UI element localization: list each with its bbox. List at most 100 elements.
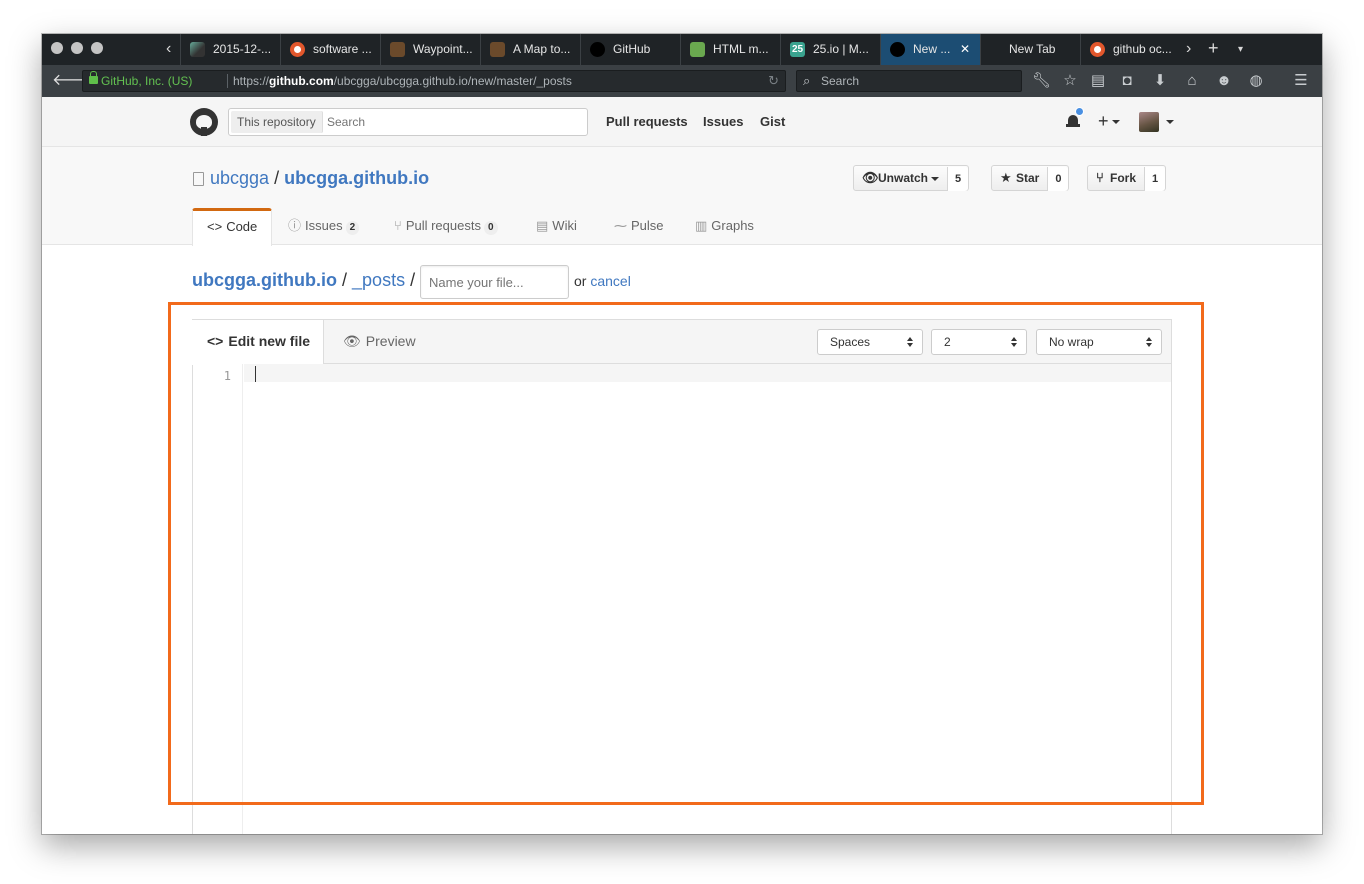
25io-favicon-icon: 25 [790, 42, 805, 57]
browser-tab[interactable]: A Map to... [480, 34, 580, 65]
watchers-count[interactable]: 5 [947, 167, 969, 191]
image-favicon-icon [190, 42, 205, 57]
repo-header: ubcgga / ubcgga.github.io 👁︎ Unwatch 5 ★ St… [42, 147, 1322, 246]
browser-tab[interactable]: 25 25.io | M... [780, 34, 880, 65]
browser-tab[interactable]: 2015-12-... [180, 34, 280, 65]
repo-name-link[interactable]: ubcgga.github.io [284, 168, 429, 188]
code-icon: <> [207, 333, 224, 349]
unwatch-button[interactable]: 👁︎ Unwatch 5 [853, 165, 970, 191]
pulse-icon: ⁓ [614, 218, 627, 233]
tabs-scroll-left-icon[interactable]: ‹ [166, 39, 171, 59]
stars-count[interactable]: 0 [1047, 167, 1069, 191]
graph-icon: ▥ [695, 218, 708, 233]
close-window-button[interactable] [51, 42, 63, 54]
chevron-down-icon [1111, 120, 1120, 125]
url-text[interactable]: https://github.com/ubcgga/ubcgga.github.… [233, 71, 572, 91]
tab-code[interactable]: <> Code [192, 208, 273, 246]
tab-issues[interactable]: ⓘ Issues 2 [288, 208, 360, 245]
nav-gist[interactable]: Gist [760, 97, 785, 147]
new-tab-button[interactable]: + [1208, 38, 1219, 59]
indent-mode-select[interactable]: Spaces [817, 329, 923, 355]
reload-icon[interactable]: ↻ [768, 71, 779, 91]
browser-tab[interactable]: github oc... [1080, 34, 1180, 65]
unread-indicator [1075, 107, 1084, 116]
create-new-menu[interactable]: + [1098, 110, 1120, 132]
repo-owner-link[interactable]: ubcgga [210, 168, 269, 188]
breadcrumb-dir-link[interactable]: _posts [352, 270, 405, 290]
url-bar[interactable]: GitHub, Inc. (US) https://github.com/ubc… [82, 70, 786, 92]
pull-requests-counter: 0 [483, 221, 498, 235]
editor-toolbar: <> Edit new file 👁︎ Preview Spaces 2 No wr… [192, 320, 1171, 365]
chevron-down-icon[interactable] [1166, 120, 1174, 124]
tab-graphs[interactable]: ▥ Graphs [695, 208, 754, 245]
pocket-icon[interactable]: ◘ [1118, 72, 1136, 90]
close-tab-icon[interactable]: ✕ [960, 34, 970, 65]
hamburger-menu-icon[interactable]: ☰ [1292, 72, 1310, 90]
zoom-window-button[interactable] [91, 42, 103, 54]
search-scope-badge: This repository [231, 111, 323, 133]
tab-pull-requests[interactable]: ⑂ Pull requests 0 [394, 208, 498, 245]
star-icon: ★ [1000, 170, 1012, 185]
indent-size-select[interactable]: 2 [931, 329, 1027, 355]
pull-request-icon: ⑂ [394, 218, 402, 233]
github-header: This repository Pull requests Issues Gis… [42, 97, 1322, 147]
eye-icon: 👁︎ [862, 170, 879, 185]
line-number-gutter: 1 [193, 364, 243, 834]
warning-favicon-icon [390, 42, 405, 57]
fork-button[interactable]: ⑂ Fork 1 [1087, 165, 1167, 191]
browser-tab[interactable]: New Tab [980, 34, 1080, 65]
issues-counter: 2 [345, 221, 360, 235]
select-arrows-icon [1146, 337, 1153, 347]
code-icon: <> [207, 219, 223, 234]
browser-tab-active[interactable]: New ... ✕ [880, 34, 980, 65]
code-editor-area[interactable] [244, 364, 1171, 382]
repo-icon [193, 172, 204, 186]
browser-tab[interactable]: GitHub [580, 34, 680, 65]
navigation-toolbar: 🡐 GitHub, Inc. (US) https://github.com/u… [42, 65, 1322, 97]
search-icon: ⌕ [803, 73, 811, 88]
search-placeholder: Search [821, 74, 860, 88]
filename-input[interactable] [420, 265, 569, 299]
back-arrow-icon[interactable]: 🡐 [52, 71, 95, 91]
repo-search: This repository [228, 108, 588, 136]
github-logo-icon[interactable] [190, 108, 218, 136]
wiki-icon: ▤ [536, 218, 549, 233]
chat-icon[interactable]: ☻ [1215, 72, 1233, 90]
nav-pull-requests[interactable]: Pull requests [606, 97, 688, 147]
browser-tab[interactable]: software ... [280, 34, 380, 65]
github-icon [890, 42, 905, 57]
download-icon[interactable]: ⬇ [1151, 72, 1169, 90]
breadcrumb-root-link[interactable]: ubcgga.github.io [192, 270, 337, 290]
tab-wiki[interactable]: ▤ Wiki [536, 208, 577, 245]
globe-icon[interactable]: ◍ [1247, 72, 1265, 90]
browser-tab[interactable]: Waypoint... [380, 34, 480, 65]
wrench-icon[interactable]: 🔧︎ [1032, 72, 1051, 90]
cancel-link[interactable]: cancel [590, 273, 630, 289]
fork-icon: ⑂ [1096, 170, 1104, 185]
forks-count[interactable]: 1 [1144, 167, 1166, 191]
reading-list-icon[interactable]: ▤ [1089, 72, 1107, 90]
minimize-window-button[interactable] [71, 42, 83, 54]
duckduckgo-icon [290, 42, 305, 57]
nav-issues[interactable]: Issues [703, 97, 743, 147]
tabs-scroll-right-icon[interactable]: › [1186, 39, 1191, 59]
duckduckgo-icon [1090, 42, 1105, 57]
notifications-bell-icon[interactable] [1066, 114, 1080, 129]
search-input[interactable] [327, 109, 577, 135]
tab-pulse[interactable]: ⁓ Pulse [614, 208, 664, 245]
browser-tab[interactable]: HTML m... [680, 34, 780, 65]
bookmark-star-icon[interactable]: ☆ [1061, 72, 1079, 90]
tab-edit-new-file[interactable]: <> Edit new file [192, 320, 324, 365]
tab-preview[interactable]: 👁︎ Preview [343, 320, 416, 364]
issue-icon: ⓘ [288, 218, 302, 233]
site-identity[interactable]: GitHub, Inc. (US) [101, 71, 192, 91]
eye-icon: 👁︎ [343, 333, 361, 349]
repo-title: ubcgga / ubcgga.github.io [210, 168, 430, 188]
avatar[interactable] [1139, 112, 1159, 132]
tab-list-chevron-icon[interactable]: ▾ [1238, 40, 1243, 60]
star-button[interactable]: ★ Star 0 [991, 165, 1070, 191]
wrap-mode-select[interactable]: No wrap [1036, 329, 1162, 355]
browser-search-bar[interactable]: ⌕ Search [796, 70, 1022, 92]
home-icon[interactable]: ⌂ [1183, 72, 1201, 90]
warning-favicon-icon [490, 42, 505, 57]
